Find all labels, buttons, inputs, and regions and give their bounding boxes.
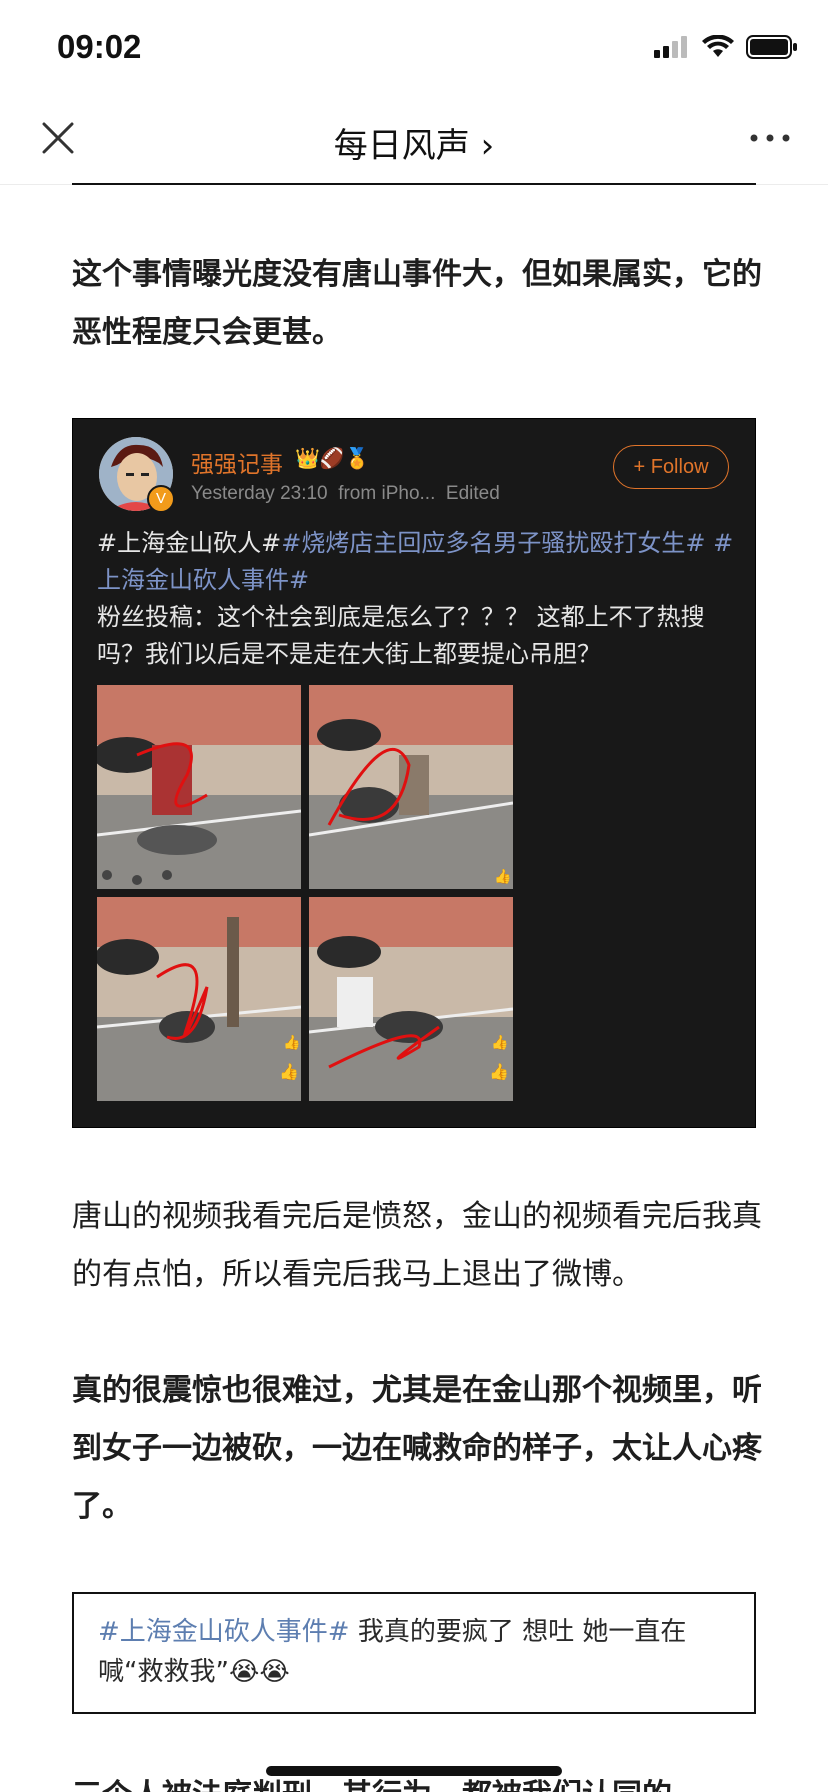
photo	[97, 685, 301, 889]
more-button[interactable]	[748, 124, 792, 152]
photo: 👍	[309, 685, 513, 889]
photo: 👍 👍	[97, 897, 301, 1101]
article-paragraph-1: 这个事情曝光度没有唐山事件大，但如果属实，它的恶性程度只会更甚。	[72, 257, 762, 350]
photo-grid: 👍 👍 👍 👍 👍	[97, 685, 517, 1105]
svg-text:👍: 👍	[279, 1062, 299, 1081]
user-badges: 👑🏈🏅	[295, 446, 370, 470]
quoted-comment: #上海金山砍人事件# 我真的要疯了 想吐 她一直在喊“救救我”😭😭	[72, 1592, 756, 1714]
post-meta: Yesterday 23:10 from iPho... Edited	[191, 483, 500, 505]
more-icon	[750, 134, 790, 142]
article-paragraph-2: 唐山的视频我看完后是愤怒，金山的视频看完后我真的有点怕，所以看完后我马上退出了微…	[72, 1199, 762, 1292]
follow-button: + Follow	[613, 445, 729, 489]
username: 强强记事	[191, 452, 283, 478]
weibo-post-screenshot: V 强强记事 👑🏈🏅 Yesterday 23:10 from iPho... …	[72, 418, 756, 1128]
cellular-signal-icon	[654, 36, 687, 58]
battery-icon	[746, 35, 797, 59]
comment-text: #上海金山砍人事件# 我真的要疯了 想吐 她一直在喊“救救我”😭😭	[98, 1612, 738, 1692]
article-paragraph-3: 真的很震惊也很难过，尤其是在金山那个视频里，听到女子一边被砍，一边在喊救命的样子…	[72, 1373, 762, 1524]
svg-text:👍: 👍	[489, 1062, 509, 1081]
post-time: Yesterday 23:10	[191, 483, 328, 504]
status-icons	[654, 34, 798, 60]
svg-text:👍: 👍	[494, 868, 511, 885]
status-bar: 09:02	[0, 0, 828, 96]
divider	[72, 183, 756, 185]
hashtag: #上海金山砍人事件#	[98, 1617, 350, 1647]
post-tags: #上海金山砍人##烧烤店主回应多名男子骚扰殴打女生# #上海金山砍人事件#	[97, 525, 737, 599]
hashtag: #烧烤店主回应多名男子骚扰殴打女生#	[281, 529, 706, 557]
home-indicator[interactable]	[266, 1766, 562, 1776]
wifi-icon	[702, 35, 734, 57]
verified-badge: V	[147, 485, 175, 513]
edited-label: Edited	[445, 483, 500, 504]
svg-text:👍: 👍	[283, 1034, 300, 1051]
post-body: 粉丝投稿：这个社会到底是怎么了？？？ 这都上不了热搜吗？我们以后是不是走在大街上…	[97, 603, 705, 668]
nav-bar: 每日风声 ›	[0, 96, 828, 185]
status-time: 09:02	[57, 28, 142, 65]
account-title[interactable]: 每日风声 ›	[0, 118, 828, 167]
svg-text:👍: 👍	[491, 1034, 508, 1051]
hashtag: #上海金山砍人#	[97, 529, 282, 557]
post-source: from iPho...	[338, 483, 436, 504]
photo: 👍 👍	[309, 897, 513, 1101]
